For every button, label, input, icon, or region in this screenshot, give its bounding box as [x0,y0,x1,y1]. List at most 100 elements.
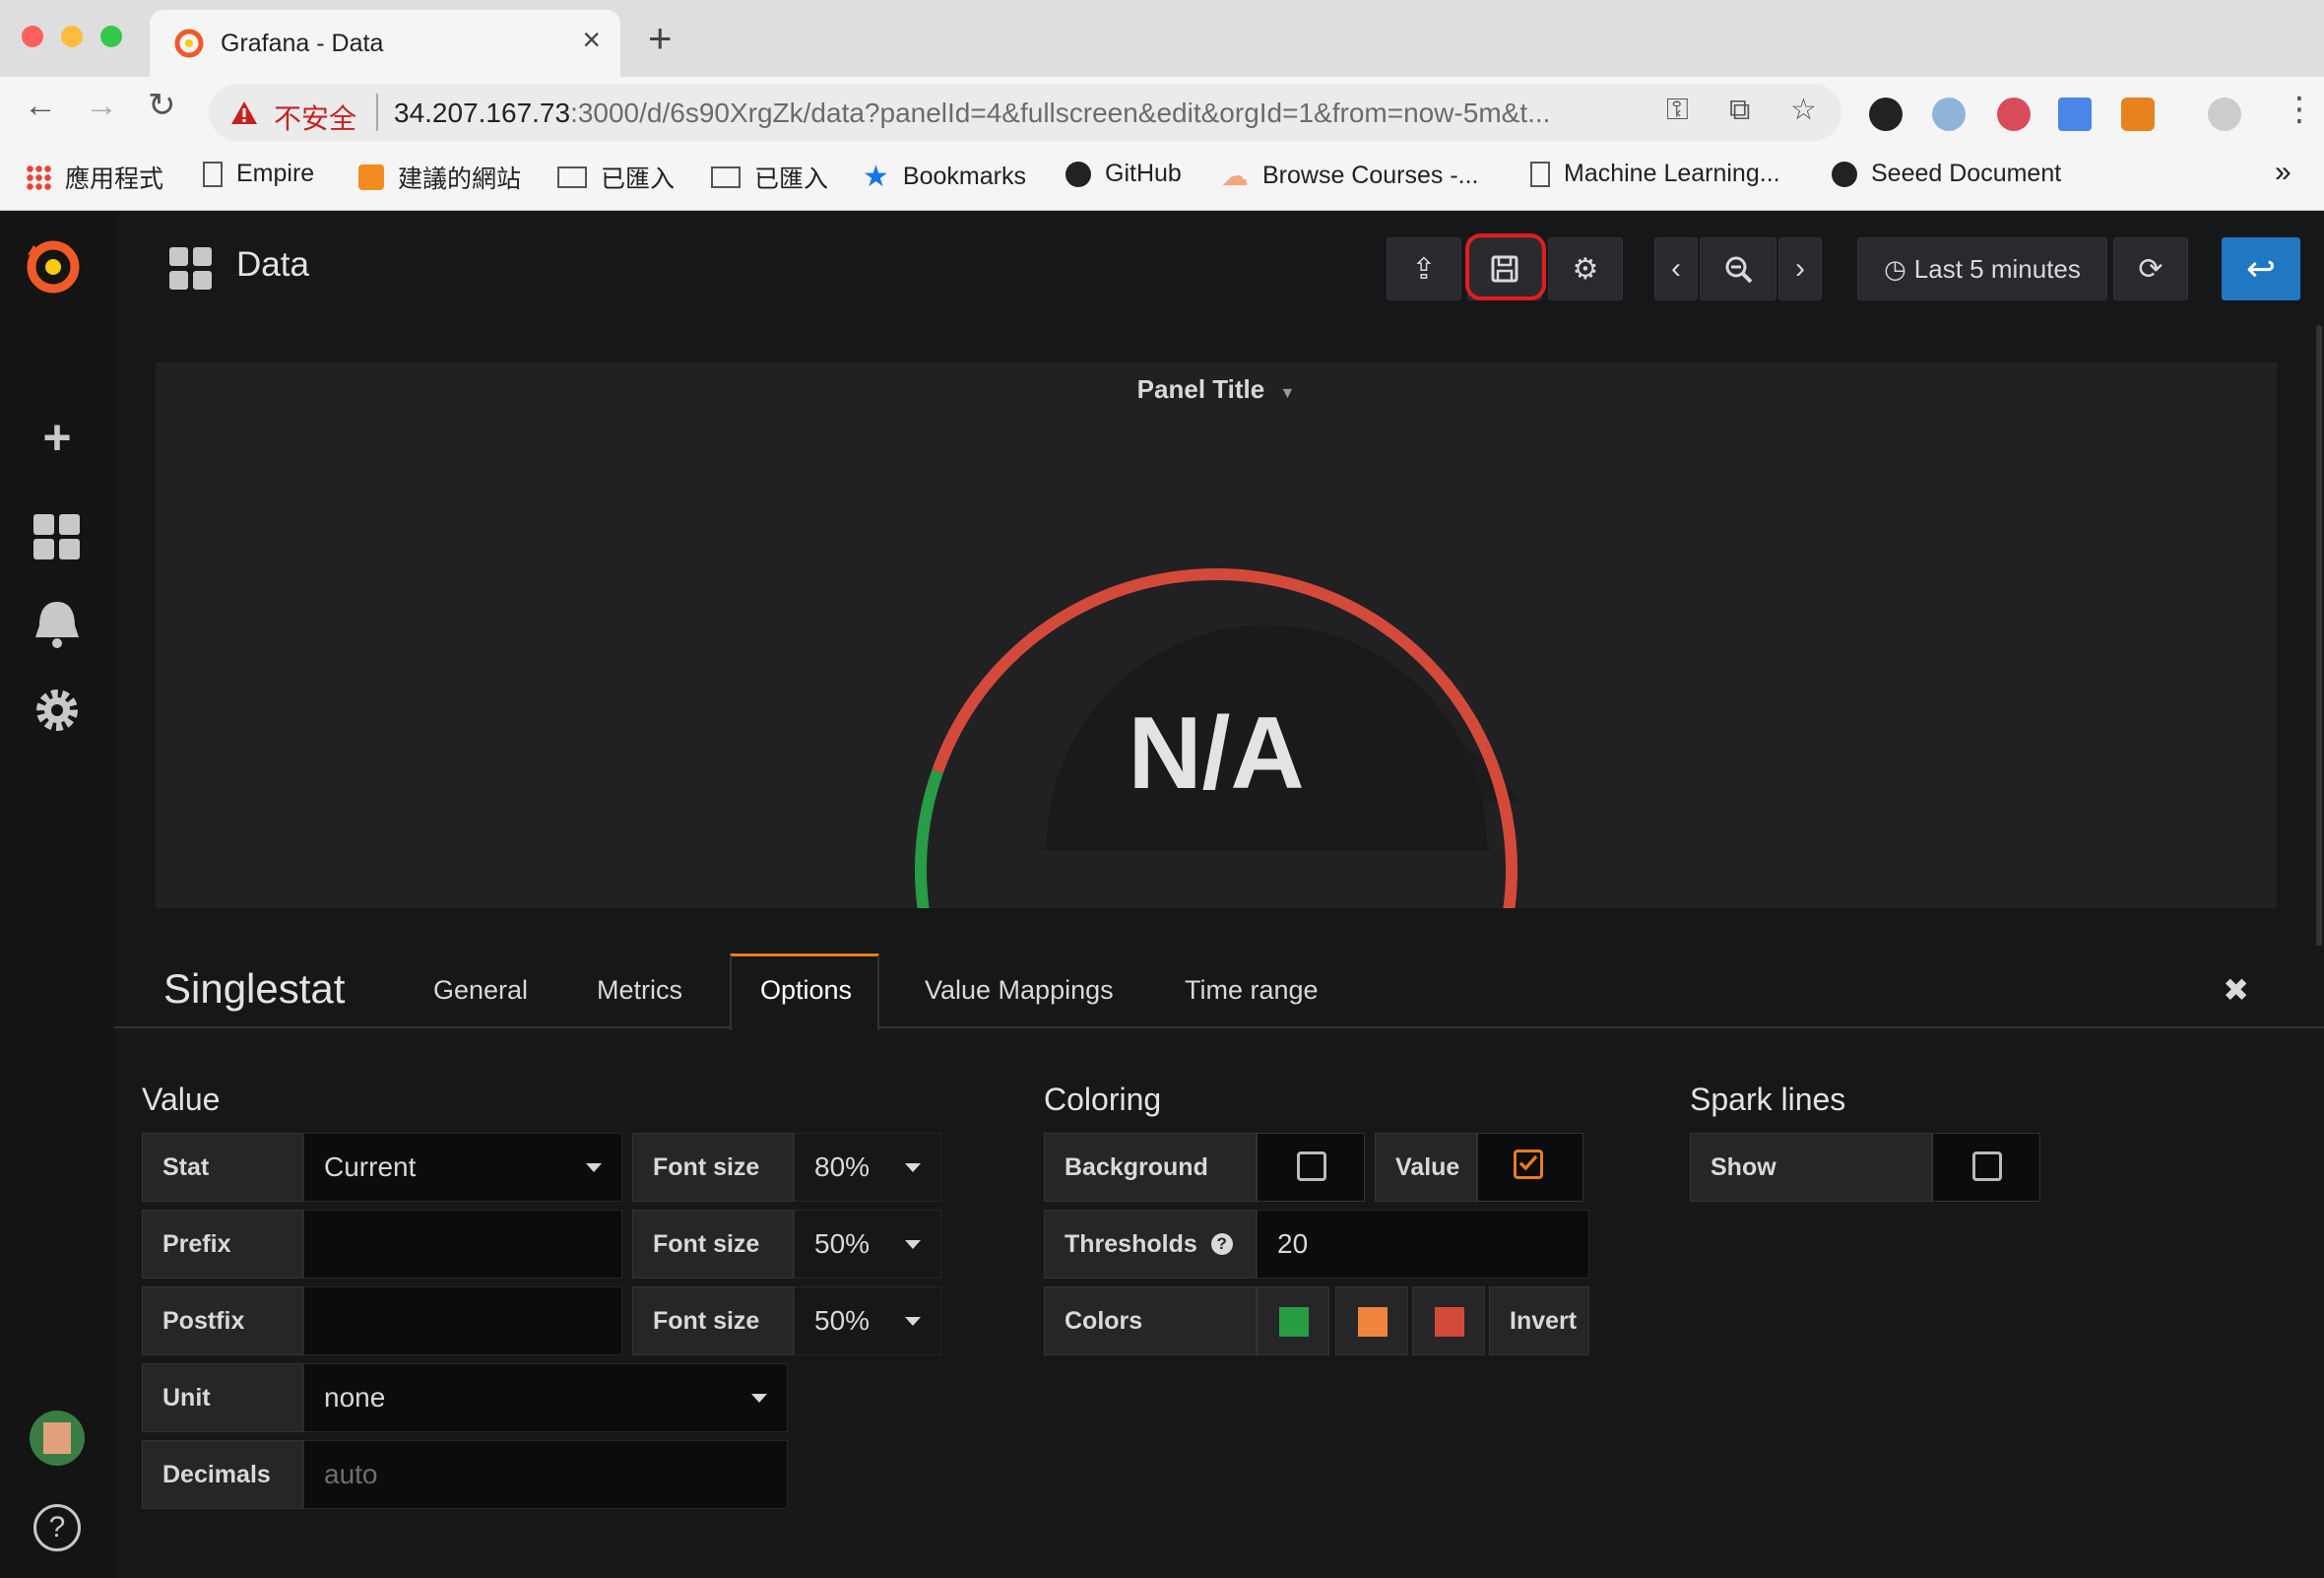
new-tab-button[interactable]: + [648,18,673,59]
bookmark-label: Empire [236,160,315,187]
chevron-down-icon [905,1240,921,1249]
font-size-label-text: Font size [653,1152,760,1181]
alerting-bell-icon[interactable] [0,598,114,649]
back-to-dashboard-button[interactable]: ↩ [2222,237,2300,300]
close-window-button[interactable] [22,26,43,47]
bookmark-github[interactable]: GitHub [1065,160,1182,188]
value-checkbox-checked-icon[interactable] [1514,1150,1543,1179]
bookmark-label: 建議的網站 [398,165,522,193]
tab-general[interactable]: General [433,975,528,1006]
panel-value: N/A [1128,696,1304,811]
dashboard-settings-button[interactable]: ⚙ [1548,237,1623,300]
extension-fox-icon[interactable] [2121,98,2155,131]
bookmark-empire[interactable]: Empire [203,160,314,188]
url-host: 34.207.167.73 [394,98,571,128]
forward-arrow-icon[interactable]: → [85,89,118,122]
font-size-value: 80% [814,1151,871,1182]
bookmark-imported-2[interactable]: 已匯入 [711,160,828,195]
font-size-label-text: Font size [653,1306,760,1335]
bookmark-star-icon[interactable]: ☆ [1790,96,1817,125]
spark-show-checkbox[interactable] [1972,1151,2002,1181]
bookmark-imported-1[interactable]: 已匯入 [557,160,675,195]
background-label: Background [1044,1133,1257,1202]
browser-tab-bar: Grafana - Data × + [0,0,2324,77]
unit-value: none [324,1382,386,1413]
tab-options[interactable]: Options [760,975,852,1006]
value-font-size-select[interactable]: 80% [794,1133,941,1202]
bookmark-seeed-document[interactable]: Seeed Document [1832,160,2061,188]
time-range-label: Last 5 minutes [1913,253,2081,284]
stat-select-value: Current [324,1151,417,1182]
extension-leaf-icon[interactable] [1997,98,2031,131]
maximize-window-button[interactable] [100,26,122,47]
decimals-placeholder: auto [324,1459,378,1489]
thresholds-input[interactable]: 20 [1257,1210,1589,1279]
back-arrow-icon[interactable]: ← [24,89,57,122]
grafana-logo-icon[interactable] [0,231,114,302]
bookmarks-overflow-icon[interactable]: » [2275,156,2292,189]
invert-colors-button[interactable]: Invert [1489,1286,1589,1355]
bookmark-browse-courses[interactable]: ☁ Browse Courses -... [1221,160,1479,192]
tab-metrics[interactable]: Metrics [597,975,682,1006]
refresh-button[interactable]: ⟳ [2113,237,2188,300]
chevron-left-icon: ‹ [1671,252,1681,285]
color-warn-swatch[interactable] [1358,1307,1388,1337]
unit-select[interactable]: none [303,1363,788,1432]
chevron-down-icon [905,1163,921,1172]
dashboards-grid-icon[interactable] [0,512,114,561]
url-path: :3000/d/6s90XrgZk/data?panelId=4&fullscr… [570,98,1551,128]
address-bar[interactable]: 不安全 34.207.167.73:3000/d/6s90XrgZk/data?… [209,84,1841,141]
prefix-font-size-select[interactable]: 50% [794,1210,941,1279]
translate-icon[interactable]: ⧉ [1729,96,1750,125]
share-button[interactable]: ⇪ [1387,237,1461,300]
time-shift-forward-button[interactable]: › [1778,237,1822,300]
bookmark-bookmarks[interactable]: ★ Bookmarks [863,160,1026,194]
tab-time-range[interactable]: Time range [1185,975,1319,1006]
colors-label: Colors [1044,1286,1257,1355]
stat-select[interactable]: Current [303,1133,622,1202]
postfix-input[interactable] [303,1286,622,1355]
bookmark-apps[interactable]: 應用程式 [26,160,163,195]
postfix-font-size-select[interactable]: 50% [794,1286,941,1355]
key-icon[interactable]: ⚿ [1666,96,1689,125]
extension-translate-icon[interactable] [2058,98,2092,131]
stat-label-text: Stat [162,1152,210,1181]
color-ok-swatch[interactable] [1279,1307,1309,1337]
user-avatar[interactable] [30,1411,85,1466]
font-size-value: 50% [814,1305,871,1336]
extension-scissors-icon[interactable] [1869,98,1903,131]
save-highlight-circle [1465,233,1546,300]
create-plus-icon[interactable]: + [0,409,114,466]
unit-label: Unit [142,1363,303,1432]
prefix-label-text: Prefix [162,1229,231,1258]
time-shift-back-button[interactable]: ‹ [1654,237,1698,300]
close-editor-icon[interactable]: ✖ [2223,971,2249,1009]
minimize-window-button[interactable] [61,26,83,47]
help-icon[interactable]: ? [33,1504,81,1551]
browser-menu-icon[interactable]: ⋮ [2283,93,2316,126]
browser-tab[interactable]: Grafana - Data × [150,10,620,77]
decimals-label: Decimals [142,1440,303,1509]
decimals-input[interactable]: auto [303,1440,788,1509]
background-checkbox[interactable] [1297,1151,1326,1181]
dashboard-title[interactable]: Data [236,245,309,285]
zoom-out-button[interactable] [1700,237,1776,300]
color-critical-swatch[interactable] [1435,1307,1464,1337]
bookmark-machine-learning[interactable]: Machine Learning... [1530,160,1780,188]
editor-title: Singlestat [163,965,346,1012]
profile-avatar-icon[interactable] [2208,98,2241,131]
configuration-gear-icon[interactable] [0,685,114,736]
reload-icon[interactable]: ↻ [148,89,176,122]
bookmark-label: Machine Learning... [1564,160,1780,187]
bookmark-suggested-sites[interactable]: 建議的網站 [358,160,521,195]
tab-value-mappings[interactable]: Value Mappings [925,975,1114,1006]
help-circle-icon[interactable]: ? [1210,1233,1233,1255]
tab-close-icon[interactable]: × [582,24,601,55]
time-picker-button[interactable]: ◷ Last 5 minutes [1857,237,2107,300]
value-section-heading: Value [142,1082,221,1117]
bookmark-label: 已匯入 [601,165,676,193]
decimals-label-text: Decimals [162,1460,271,1488]
extension-circle-icon[interactable] [1932,98,1966,131]
value-checkbox-box [1477,1133,1583,1202]
prefix-input[interactable] [303,1210,622,1279]
